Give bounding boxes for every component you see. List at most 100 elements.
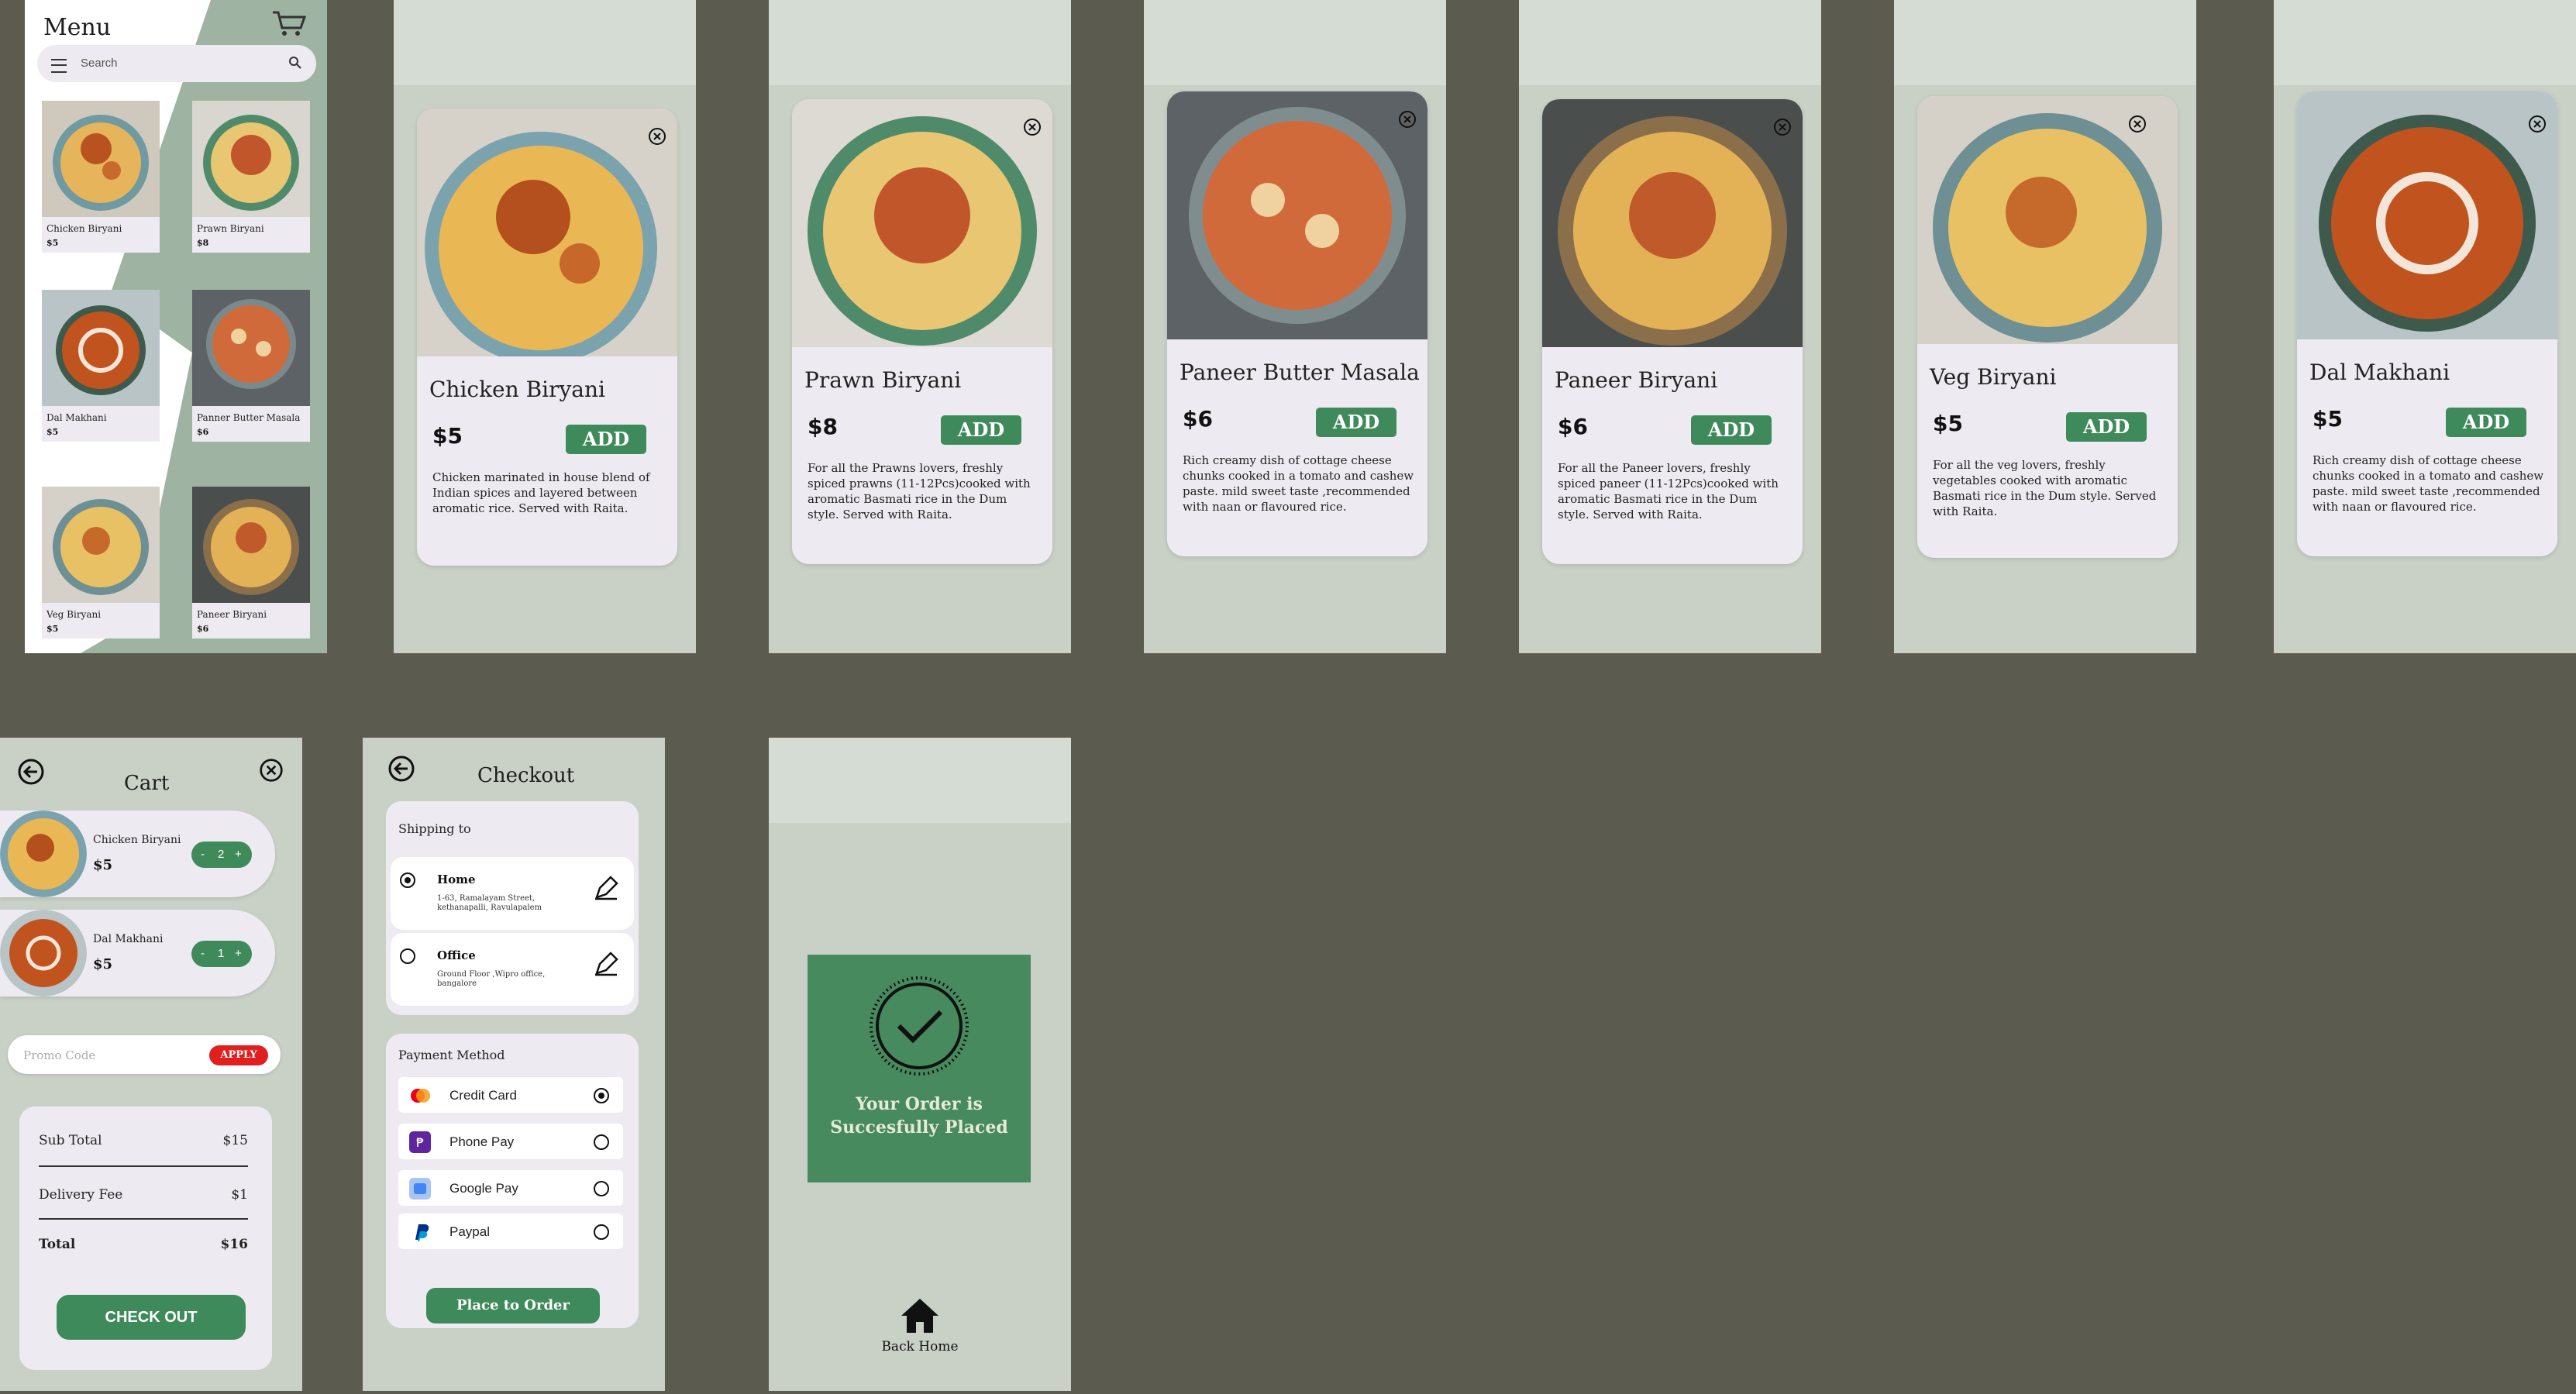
add-button[interactable]: ADD — [566, 425, 646, 454]
dish-description: Chicken marinated in house blend of Indi… — [432, 470, 650, 515]
dish-price: $5 — [2313, 406, 2343, 432]
item-name: Paneer Biryani — [197, 609, 267, 620]
promo-code-field[interactable]: Promo Code APPLY — [8, 1035, 281, 1074]
menu-item-dal-makhani[interactable]: Dal Makhani $5 — [42, 290, 160, 442]
detail-screen-chicken-biryani: Chicken Biryani $5 ADD Chicken marinated… — [394, 0, 696, 653]
subtotal-row: Sub Total $15 — [39, 1133, 248, 1148]
menu-item-chicken-biryani[interactable]: Chicken Biryani $5 — [42, 101, 160, 253]
close-icon[interactable] — [259, 758, 284, 783]
menu-icon[interactable] — [51, 59, 67, 73]
blurred-background — [1894, 0, 2196, 85]
dish-name: Veg Biryani — [1930, 364, 2057, 390]
cart-item-price: $5 — [93, 956, 113, 972]
chicken-biryani-image — [42, 101, 160, 217]
decrement-button[interactable]: - — [201, 848, 205, 861]
dish-description: Rich creamy dish of cottage cheese chunk… — [1183, 453, 1414, 514]
payment-google-pay[interactable]: Google Pay — [398, 1170, 623, 1206]
quantity-value: 2 — [218, 848, 225, 861]
dish-price: $6 — [1558, 414, 1588, 439]
dish-card: Dal Makhani $5 ADD Rich creamy dish of c… — [2297, 91, 2557, 556]
dish-description: For all the Prawns lovers, freshly spice… — [808, 461, 1031, 521]
address-office[interactable]: Office Ground Floor ,Wipro office, banga… — [391, 933, 634, 1006]
promo-code-input[interactable]: Promo Code — [23, 1048, 95, 1062]
dish-price: $5 — [432, 423, 463, 449]
google-pay-icon — [409, 1178, 431, 1200]
close-icon[interactable] — [1773, 118, 1792, 136]
blurred-background — [1144, 0, 1446, 85]
payment-radio[interactable] — [594, 1134, 609, 1150]
cart-item: Chicken Biryani $5 - 2 + — [0, 811, 275, 897]
item-price: $6 — [197, 624, 209, 634]
check-circle-icon — [870, 976, 969, 1076]
back-arrow-icon[interactable] — [387, 755, 415, 783]
dish-description: For all the veg lovers, freshly vegetabl… — [1933, 458, 2157, 518]
search-input[interactable]: Search — [81, 57, 118, 70]
dish-card: Veg Biryani $5 ADD For all the veg lover… — [1917, 96, 2178, 558]
search-icon[interactable] — [288, 56, 302, 70]
quantity-stepper[interactable]: - 2 + — [191, 842, 252, 868]
add-button[interactable]: ADD — [2066, 412, 2147, 442]
item-name: Panner Butter Masala — [197, 412, 301, 423]
close-icon[interactable] — [1023, 118, 1042, 136]
apply-button[interactable]: APPLY — [209, 1045, 268, 1065]
add-button[interactable]: ADD — [1316, 408, 1396, 437]
place-order-button[interactable]: Place to Order — [426, 1288, 600, 1323]
close-icon[interactable] — [648, 127, 666, 146]
page-title: Checkout — [477, 764, 575, 787]
veg-biryani-photo — [1917, 96, 2178, 344]
close-icon[interactable] — [2128, 115, 2147, 133]
address-line: Ground Floor ,Wipro office, bangalore — [437, 970, 546, 988]
shipping-panel: Shipping to Home 1-63, Ramalayam Street,… — [386, 801, 639, 1015]
quantity-stepper[interactable]: - 1 + — [191, 941, 252, 967]
menu-item-paneer-biryani[interactable]: Paneer Biryani $6 — [192, 487, 310, 638]
payment-radio[interactable] — [594, 1181, 609, 1196]
payment-phone-pay[interactable]: ₱ Phone Pay — [398, 1124, 623, 1159]
dal-makhani-thumbnail — [0, 910, 87, 996]
close-icon[interactable] — [2528, 115, 2547, 133]
dish-description: For all the Paneer lovers, freshly spice… — [1558, 461, 1779, 521]
item-price: $5 — [46, 624, 59, 634]
address-radio[interactable] — [400, 873, 415, 888]
blurred-background — [394, 0, 696, 85]
cart-item: Dal Makhani $5 - 1 + — [0, 910, 275, 996]
payment-label: Payment Method — [398, 1048, 505, 1062]
item-price: $5 — [46, 238, 59, 248]
increment-button[interactable]: + — [235, 848, 242, 861]
divider — [39, 1218, 248, 1220]
dish-card: Chicken Biryani $5 ADD Chicken marinated… — [417, 108, 677, 566]
add-button[interactable]: ADD — [2446, 408, 2526, 437]
prawn-biryani-image — [192, 101, 310, 217]
add-button[interactable]: ADD — [1691, 415, 1772, 445]
search-bar[interactable]: Search — [37, 45, 316, 82]
edit-icon[interactable] — [592, 950, 620, 978]
menu-item-prawn-biryani[interactable]: Prawn Biryani $8 — [192, 101, 310, 253]
cart-icon[interactable] — [271, 9, 307, 37]
checkout-button[interactable]: CHECK OUT — [57, 1295, 246, 1340]
payment-radio[interactable] — [594, 1224, 609, 1240]
total-row: Total $16 — [39, 1237, 248, 1252]
menu-item-paneer-butter-masala[interactable]: Panner Butter Masala $6 — [192, 290, 310, 442]
dish-name: Chicken Biryani — [429, 377, 605, 402]
back-arrow-icon[interactable] — [17, 758, 45, 786]
checkout-screen: Checkout Shipping to Home 1-63, Ramalaya… — [363, 738, 665, 1391]
payment-paypal[interactable]: Paypal — [398, 1213, 623, 1249]
success-dialog: Your Order is Succesfully Placed — [808, 955, 1031, 1182]
address-radio[interactable] — [400, 948, 415, 964]
add-button[interactable]: ADD — [941, 415, 1021, 445]
dal-makhani-image — [42, 290, 160, 406]
payment-credit-card[interactable]: Credit Card — [398, 1077, 623, 1113]
back-home-button[interactable]: Back Home — [877, 1297, 963, 1354]
decrement-button[interactable]: - — [201, 947, 205, 960]
menu-item-veg-biryani[interactable]: Veg Biryani $5 — [42, 487, 160, 638]
payment-label-text: Phone Pay — [449, 1134, 515, 1149]
back-home-label: Back Home — [881, 1339, 959, 1354]
subtotal-label: Sub Total — [39, 1133, 102, 1148]
increment-button[interactable]: + — [235, 947, 242, 960]
item-name: Chicken Biryani — [46, 223, 122, 234]
payment-radio[interactable] — [594, 1088, 609, 1103]
address-home[interactable]: Home 1-63, Ramalayam Street, kethanapall… — [391, 857, 634, 930]
cart-screen: Cart Chicken Biryani $5 - 2 + Dal Makhan… — [0, 738, 302, 1391]
edit-icon[interactable] — [592, 874, 620, 902]
close-icon[interactable] — [1398, 110, 1417, 129]
blurred-background — [769, 0, 1071, 85]
